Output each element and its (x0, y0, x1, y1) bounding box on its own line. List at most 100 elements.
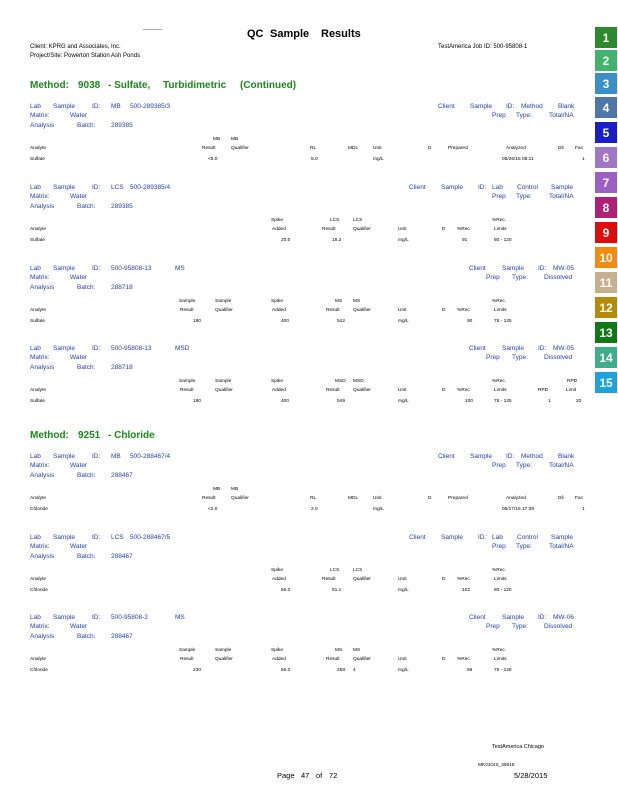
prep-type: Type: (512, 623, 528, 630)
column-header: Sample (215, 648, 232, 653)
column-header: %Rec (457, 308, 470, 313)
tab-5[interactable]: 5 (595, 122, 617, 143)
table-cell: 75 - 125 (494, 399, 512, 404)
lab-sample-id: MS (175, 614, 185, 621)
project-site: Project/Site: Powerton Station Ash Ponds (30, 53, 141, 59)
column-header: RPD (567, 379, 578, 384)
column-header: D (442, 227, 446, 232)
lab-sample-id: Sample (53, 345, 76, 352)
prep-type: Dissolved (544, 274, 573, 281)
column-header: Result (180, 388, 194, 393)
column-header: Qualifier (353, 227, 371, 232)
client-sample-id: Sample (502, 345, 525, 352)
tab-11[interactable]: 11 (595, 272, 617, 293)
page-of: of (316, 771, 323, 780)
client-sample-id: Client (469, 614, 486, 621)
column-header: Qualifier (353, 308, 371, 313)
matrix-value: Water (70, 462, 88, 469)
column-header: Spike (271, 218, 283, 223)
client-sample-id: Method (521, 103, 543, 110)
table-cell: mg/L (373, 157, 384, 162)
table-cell: 258 (337, 668, 346, 673)
table-cell: 20 (576, 399, 582, 404)
table-cell: mg/L (373, 507, 384, 512)
tab-12[interactable]: 12 (595, 297, 617, 318)
method-code: 9038 (78, 80, 101, 91)
column-header: MB (231, 137, 239, 142)
tab-13[interactable]: 13 (595, 322, 617, 343)
tab-7[interactable]: 7 (595, 172, 617, 193)
prep-type: Dissolved (544, 623, 573, 630)
tab-3[interactable]: 3 (595, 73, 617, 94)
column-header: Qualifier (353, 388, 371, 393)
column-header: MSD (335, 379, 346, 384)
column-header: D (442, 308, 446, 313)
lab-sample-id: Lab (30, 345, 41, 352)
column-header: %Rec. (492, 299, 507, 304)
column-header: %Rec (457, 227, 470, 232)
table-cell: mg/L (398, 668, 409, 673)
lab-sample-id: Sample (53, 453, 76, 460)
table-cell: 2.0 (311, 507, 318, 512)
tab-14[interactable]: 14 (595, 347, 617, 368)
tab-10[interactable]: 10 (595, 247, 617, 268)
table-cell: 1 (548, 399, 551, 404)
column-header: Unit (398, 577, 407, 582)
prep-type: Type: (516, 543, 532, 550)
table-cell: 230 (193, 668, 202, 673)
column-header: MSD (353, 379, 364, 384)
lab-sample-id: Lab (30, 453, 41, 460)
lab-sample-id: Sample (53, 103, 76, 110)
column-header: Limits (494, 657, 507, 662)
column-header: Fac (575, 146, 583, 151)
client-sample-id: Method (521, 453, 543, 460)
client-sample-id: Client (469, 345, 486, 352)
table-cell: mg/L (398, 319, 409, 324)
client-sample-id: Client (469, 265, 486, 272)
client-name: Client: KPRG and Associates, Inc. (30, 44, 121, 50)
prep-type: Prep (492, 193, 506, 200)
column-header: Added (272, 308, 286, 313)
lab-sample-id: Sample (53, 265, 76, 272)
tab-6[interactable]: 6 (595, 147, 617, 168)
column-header: Qualifier (353, 577, 371, 582)
tab-2[interactable]: 2 (595, 50, 617, 71)
tab-15[interactable]: 15 (595, 372, 617, 393)
lab-sample-id: Lab (30, 534, 41, 541)
analysis-batch-label: Analysis (30, 122, 55, 129)
column-header: Limits (494, 227, 507, 232)
column-header: Limits (494, 577, 507, 582)
analysis-batch-label: Batch: (77, 633, 96, 640)
column-header: Sample (179, 379, 196, 384)
column-header: Added (272, 227, 286, 232)
tab-4[interactable]: 4 (595, 97, 617, 118)
client-sample-id: ID: (538, 614, 547, 621)
client-sample-id: ID: (538, 345, 547, 352)
method-code: 9251 (78, 430, 101, 441)
method-name-2: Turbidimetric (163, 80, 227, 91)
analysis-batch-label: Analysis (30, 203, 55, 210)
lab-sample-id: LCS (111, 184, 124, 191)
client-sample-id: Sample (502, 265, 525, 272)
prep-type: Prep (486, 274, 500, 281)
lab-sample-id: Lab (30, 184, 41, 191)
tab-8[interactable]: 8 (595, 197, 617, 218)
lab-sample-id: LCS (111, 534, 124, 541)
table-cell: 5.0 (311, 157, 318, 162)
lab-sample-id: Lab (30, 103, 41, 110)
tab-9[interactable]: 9 (595, 222, 617, 243)
tab-1[interactable]: 1 (595, 27, 617, 48)
lab-sample-id: ID: (92, 184, 101, 191)
client-sample-id: MW-05 (553, 265, 574, 272)
column-header: Qualifier (215, 308, 233, 313)
lab-sample-id: MSD (175, 345, 190, 352)
column-header: D (442, 577, 446, 582)
prep-type: Prep (492, 543, 506, 550)
lab-sample-id: 500-95808-13 (111, 265, 152, 272)
column-header: %Rec. (492, 218, 507, 223)
column-header: %Rec. (492, 379, 507, 384)
client-sample-id: Control (517, 184, 538, 191)
lab-sample-id: ID: (92, 614, 101, 621)
client-sample-id: Blank (558, 103, 575, 110)
client-sample-id: ID: (506, 453, 515, 460)
